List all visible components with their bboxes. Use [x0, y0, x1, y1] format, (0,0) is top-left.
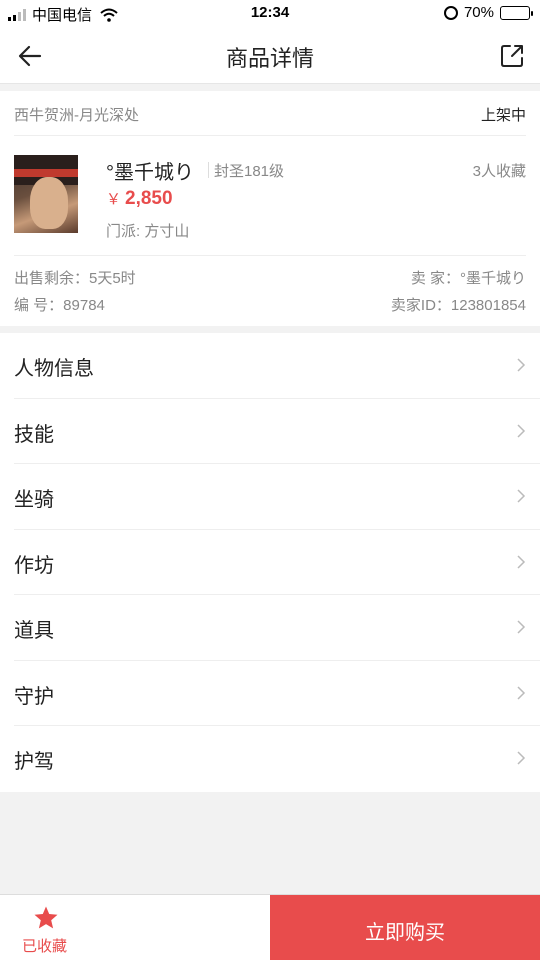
- battery-percent: 70%: [463, 4, 494, 21]
- seller-name: 卖 家：°墨千城り: [410, 270, 526, 287]
- avatar: [14, 155, 78, 233]
- character-level: 封圣181级: [214, 163, 285, 180]
- buy-now-label: 立即购买: [365, 922, 445, 944]
- server-row: 西牛贺洲-月光深处 上架中: [14, 91, 526, 136]
- alarm-icon: [443, 5, 458, 20]
- menu-item-workshop[interactable]: 作坊: [14, 530, 540, 595]
- divider: [208, 162, 209, 178]
- menu-item-guardian[interactable]: 守护: [14, 661, 540, 726]
- page-title: 商品详情: [225, 46, 314, 71]
- favorite-button[interactable]: 已收藏: [0, 895, 270, 960]
- price: ￥ 2,850: [106, 188, 173, 210]
- serial-number: 编 号：89784: [14, 297, 105, 314]
- chevron-right-icon: [517, 685, 526, 700]
- chevron-right-icon: [517, 489, 526, 503]
- menu-item-mounts[interactable]: 坐骑: [14, 464, 540, 530]
- favorite-count: 3人收藏: [472, 163, 526, 180]
- time-left: 出售剩余：5天5时: [14, 270, 136, 287]
- menu-item-skills[interactable]: 技能: [14, 399, 540, 464]
- share-icon[interactable]: [496, 40, 528, 72]
- menu-item-escort[interactable]: 护驾: [14, 726, 540, 792]
- chevron-right-icon: [517, 554, 526, 569]
- menu-item-character-info[interactable]: 人物信息: [14, 333, 540, 399]
- bottom-action-bar: 已收藏 立即购买: [0, 894, 540, 960]
- listing-card: 西牛贺洲-月光深处 上架中 °墨千城り 封圣181级 3人收藏 ￥ 2,850 门…: [0, 91, 540, 326]
- server-name: 西牛贺洲-月光深处: [14, 107, 139, 124]
- status-right: 70%: [443, 4, 533, 21]
- item-summary: °墨千城り 封圣181级 3人收藏 ￥ 2,850 门派: 方寸山: [14, 136, 526, 256]
- chevron-right-icon: [517, 751, 526, 765]
- menu-item-items[interactable]: 道具: [14, 595, 540, 661]
- nav-bar: 商品详情: [0, 28, 540, 84]
- character-sect: 门派: 方寸山: [106, 223, 190, 240]
- menu-item-label: 道具: [14, 620, 54, 642]
- buy-now-button[interactable]: 立即购买: [270, 895, 540, 960]
- star-icon: [34, 906, 58, 929]
- chevron-right-icon: [517, 358, 526, 372]
- battery-icon: [500, 5, 533, 20]
- status-bar: 中国电信 12:34 70%: [0, 0, 540, 28]
- menu-item-label: 坐骑: [14, 489, 54, 511]
- character-name: °墨千城り: [106, 162, 194, 184]
- menu-item-label: 人物信息: [14, 358, 94, 380]
- menu-item-label: 守护: [14, 685, 54, 708]
- status-badge: 上架中: [480, 107, 526, 124]
- price-value: 2,850: [125, 188, 173, 209]
- price-symbol: ￥: [106, 191, 122, 208]
- menu-item-label: 技能: [14, 423, 54, 446]
- menu-item-label: 作坊: [14, 554, 54, 577]
- chevron-right-icon: [517, 620, 526, 634]
- seller-id: 卖家ID：123801854: [390, 297, 526, 314]
- detail-menu: 人物信息 技能 坐骑 作坊 道具 守护 护驾: [0, 333, 540, 792]
- favorite-label: 已收藏: [22, 938, 68, 955]
- menu-item-label: 护驾: [14, 751, 54, 773]
- chevron-right-icon: [517, 423, 526, 438]
